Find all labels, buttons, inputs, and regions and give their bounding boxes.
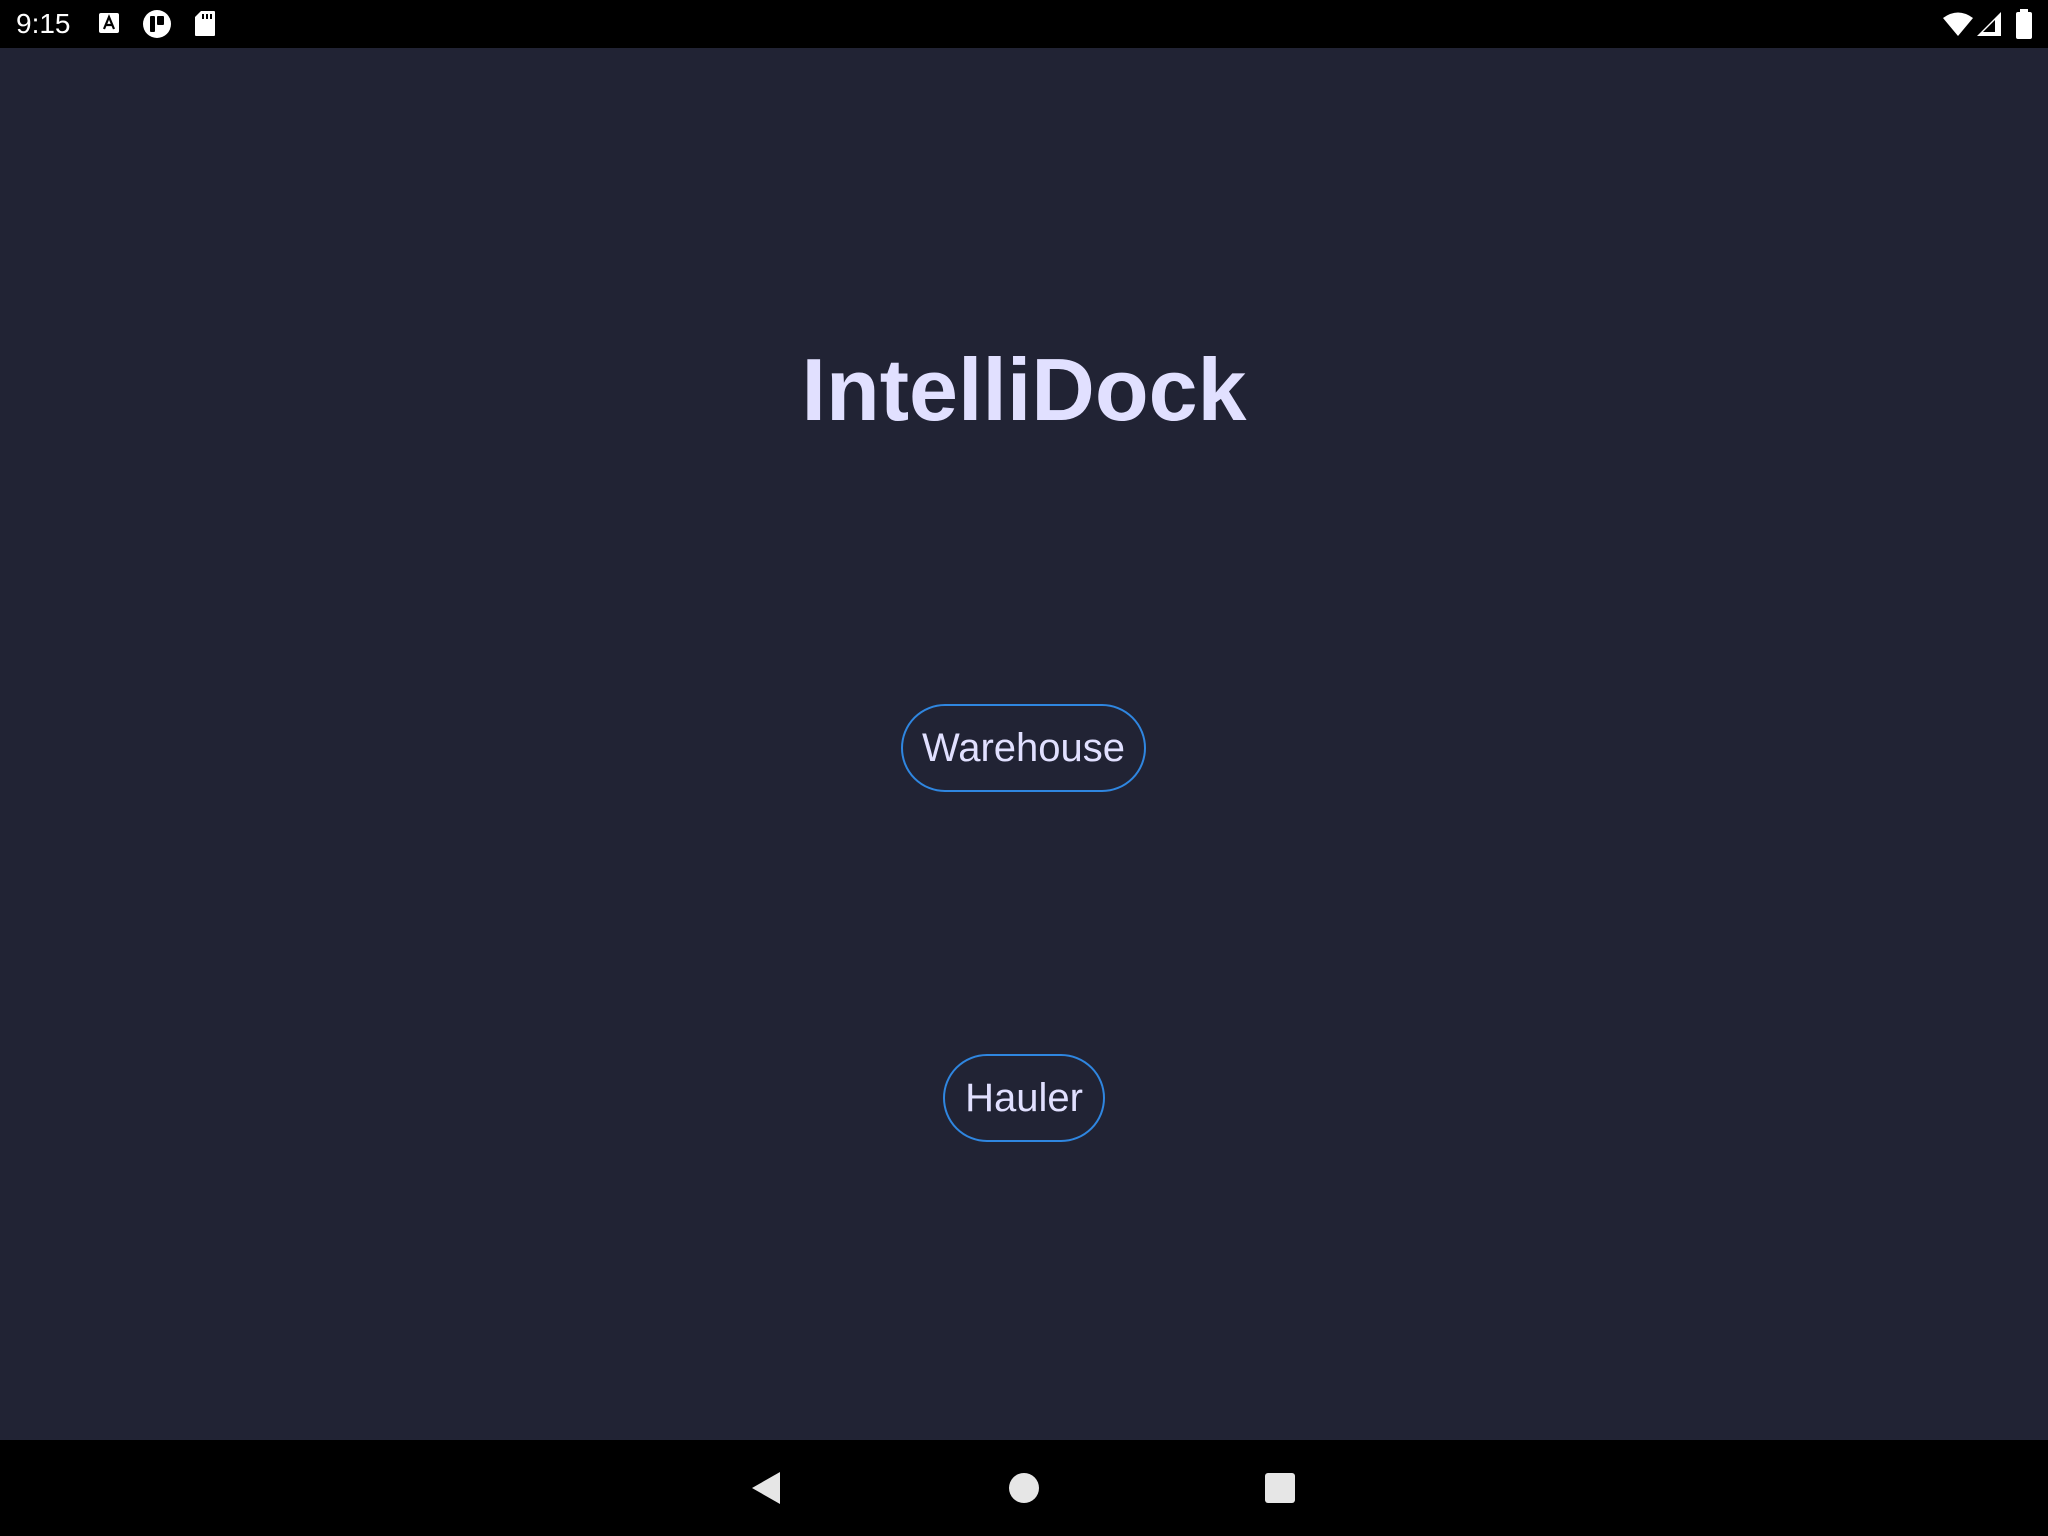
wifi-icon xyxy=(1943,12,1973,36)
recents-icon[interactable] xyxy=(1252,1460,1308,1516)
warehouse-button[interactable]: Warehouse xyxy=(901,704,1146,792)
sd-card-icon xyxy=(195,11,215,36)
hauler-button[interactable]: Hauler xyxy=(943,1054,1105,1142)
font-a-icon xyxy=(99,13,119,33)
status-bar: 9:15 xyxy=(0,0,2048,48)
app-title: IntelliDock xyxy=(801,340,1247,439)
battery-icon xyxy=(2016,9,2032,39)
navigation-bar xyxy=(0,1440,2048,1536)
status-time: 9:15 xyxy=(16,8,71,39)
app-notification-icon xyxy=(143,10,171,38)
back-icon[interactable] xyxy=(738,1460,794,1516)
cell-signal-icon xyxy=(1977,12,2001,36)
home-icon[interactable] xyxy=(996,1460,1052,1516)
